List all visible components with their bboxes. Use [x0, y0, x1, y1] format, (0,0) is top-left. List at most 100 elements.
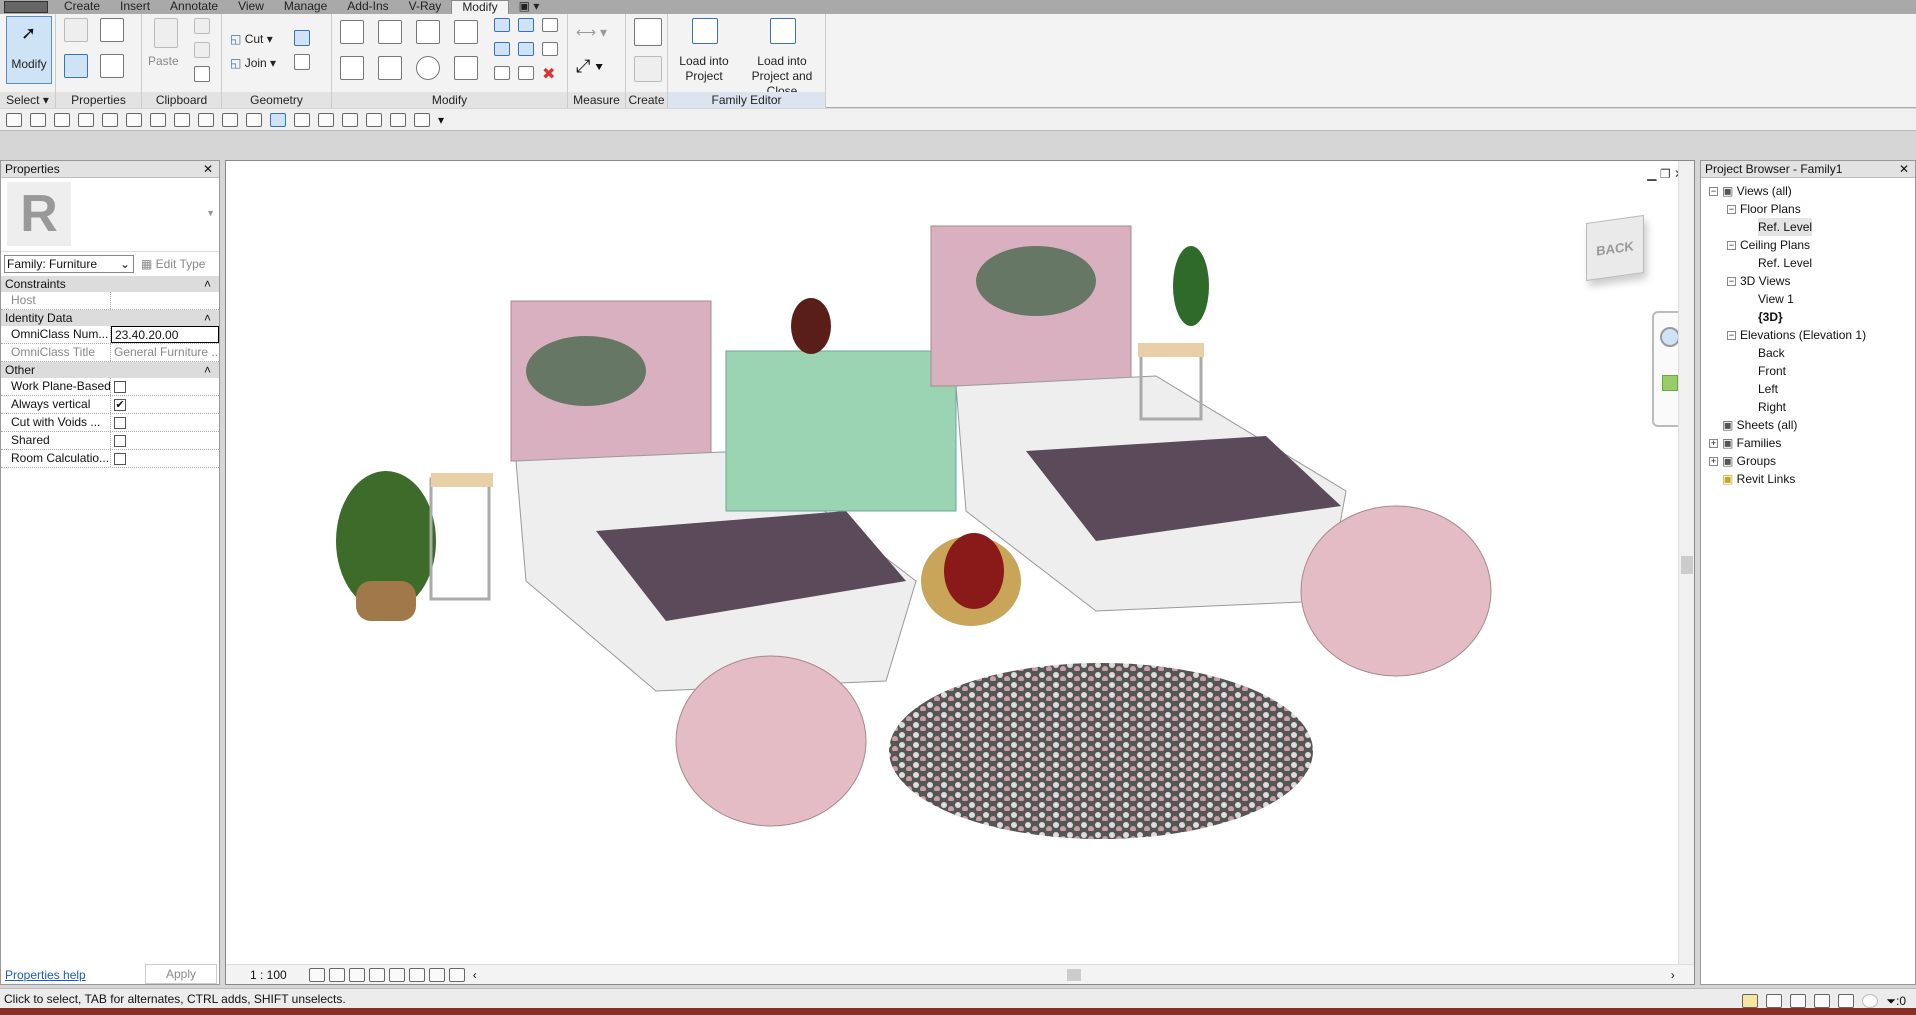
scroll-right-icon[interactable]: ›: [1671, 968, 1675, 982]
split-element-icon[interactable]: [494, 18, 510, 32]
array-icon[interactable]: [494, 42, 510, 56]
wall-joins-icon[interactable]: [294, 30, 310, 46]
type-dropdown-icon[interactable]: ▼: [206, 208, 215, 218]
browser-item[interactable]: Left: [1758, 380, 1778, 398]
browser-item[interactable]: + ▣ Groups: [1709, 452, 1776, 470]
collapse-arrow-icon[interactable]: ‹: [473, 968, 477, 982]
property-checkbox[interactable]: [114, 435, 126, 447]
select-underlay-icon[interactable]: [1766, 994, 1783, 1008]
collapse-icon[interactable]: ˄: [204, 362, 211, 378]
vertical-scrollbar[interactable]: [1678, 161, 1694, 966]
expand-icon[interactable]: +: [1709, 439, 1718, 449]
section-other[interactable]: Other ˄: [1, 362, 219, 378]
select-by-face-icon[interactable]: [1814, 994, 1831, 1008]
browser-item[interactable]: Front: [1758, 362, 1786, 380]
browser-item[interactable]: View 1: [1758, 290, 1794, 308]
shadows-icon[interactable]: [368, 967, 385, 982]
section-icon[interactable]: [246, 112, 262, 127]
join-button[interactable]: ◱ Join ▾: [230, 56, 276, 71]
collapse-icon[interactable]: −: [1727, 331, 1736, 341]
split-face-icon[interactable]: [294, 54, 310, 70]
tab-add-ins[interactable]: Add-Ins: [337, 0, 398, 14]
browser-item[interactable]: −3D Views: [1727, 272, 1790, 290]
section-constraints[interactable]: Constraints ˄: [1, 276, 219, 292]
family-types-icon[interactable]: [64, 18, 88, 42]
copy-icon[interactable]: [194, 42, 210, 58]
pin-icon[interactable]: [542, 42, 558, 56]
tab-annotate[interactable]: Annotate: [160, 0, 228, 14]
select-pinned-icon[interactable]: [1790, 994, 1807, 1008]
visual-style-icon[interactable]: [328, 967, 345, 982]
contextual-tab-dropdown[interactable]: ▣ ▾: [509, 0, 550, 14]
horizontal-scrollbar-thumb[interactable]: [1066, 968, 1081, 981]
rotate-icon[interactable]: [416, 56, 440, 80]
undo-icon[interactable]: [78, 112, 94, 127]
create-group-icon[interactable]: [634, 18, 662, 46]
load-into-project-and-close-button[interactable]: Load into Project and Close: [738, 16, 826, 98]
type-properties-icon[interactable]: [100, 54, 124, 78]
mirror-draw-axis-icon[interactable]: [454, 20, 478, 44]
collapse-icon[interactable]: −: [1709, 187, 1718, 197]
material-icon[interactable]: [366, 112, 382, 127]
family-category-icon[interactable]: [100, 18, 124, 42]
browser-item[interactable]: − ▣ Views (all): [1709, 182, 1792, 200]
background-process-icon[interactable]: [1862, 994, 1879, 1008]
drag-on-selection-icon[interactable]: [1838, 994, 1855, 1008]
collapse-icon[interactable]: −: [1727, 277, 1736, 287]
tab-v-ray[interactable]: V-Ray: [399, 0, 452, 14]
tab-insert[interactable]: Insert: [110, 0, 160, 14]
browser-item[interactable]: Right: [1758, 398, 1786, 416]
save-icon[interactable]: [30, 112, 46, 127]
property-checkbox[interactable]: ✔: [114, 399, 126, 411]
load-into-project-button[interactable]: Load into Project: [672, 16, 736, 86]
collapse-icon[interactable]: ˄: [204, 310, 211, 326]
section-identity-data[interactable]: Identity Data ˄: [1, 310, 219, 326]
edit-type-button[interactable]: ▦ Edit Type: [141, 257, 205, 271]
crop-view-icon[interactable]: [428, 967, 445, 982]
switch-windows-icon[interactable]: [318, 112, 334, 127]
browser-item[interactable]: {3D}: [1758, 308, 1783, 326]
browser-item[interactable]: Ref. Level: [1758, 254, 1812, 272]
browser-item[interactable]: − Elevations (Elevation 1): [1727, 326, 1866, 344]
render-icon[interactable]: [342, 112, 358, 127]
tab-create[interactable]: Create: [54, 0, 110, 14]
select-dropdown[interactable]: Select ▾: [0, 92, 55, 108]
collapse-icon[interactable]: ˄: [204, 276, 211, 292]
3d-viewport[interactable]: ▁ ❐ ✕ BACK 1 : 100 ‹ ›: [225, 160, 1695, 985]
view-scale[interactable]: 1 : 100: [250, 968, 287, 982]
split-gap-icon[interactable]: [518, 18, 534, 32]
dimension-icon[interactable]: [150, 112, 166, 127]
apply-button[interactable]: Apply: [145, 964, 217, 984]
browser-item[interactable]: Back: [1758, 344, 1785, 362]
collapse-icon[interactable]: −: [1727, 241, 1736, 251]
paste-icon[interactable]: [154, 18, 178, 48]
property-checkbox[interactable]: [114, 453, 126, 465]
scale-icon[interactable]: [518, 42, 534, 56]
lock-view-icon[interactable]: [388, 967, 405, 982]
move-icon[interactable]: [340, 56, 364, 80]
cut-button[interactable]: ◱ Cut ▾: [230, 32, 273, 47]
aligned-dimension-icon[interactable]: ⤢ ▾: [576, 56, 603, 77]
trim-extend-icon[interactable]: [454, 56, 478, 80]
create-similar-icon[interactable]: [634, 56, 662, 82]
scrollbar-thumb[interactable]: [1681, 556, 1693, 574]
browser-item[interactable]: − Floor Plans: [1727, 200, 1801, 218]
browser-item[interactable]: + ▣ Families: [1709, 434, 1781, 452]
thin-lines-icon[interactable]: [270, 112, 286, 127]
detail-level-icon[interactable]: [308, 967, 325, 982]
cut-clipboard-icon[interactable]: [194, 18, 210, 34]
browser-item[interactable]: − Ceiling Plans: [1727, 236, 1810, 254]
browser-item[interactable]: ▣ Sheets (all): [1722, 416, 1797, 434]
modify-button[interactable]: ➚ Modify: [6, 16, 52, 84]
sun-path-icon[interactable]: [348, 967, 365, 982]
measure-distance-icon[interactable]: ⟷ ▾: [576, 24, 607, 41]
copy-element-icon[interactable]: [378, 56, 402, 80]
property-checkbox[interactable]: [114, 381, 126, 393]
expand-icon[interactable]: +: [1709, 457, 1718, 467]
text-icon[interactable]: [198, 112, 214, 127]
3d-view-icon[interactable]: [222, 112, 238, 127]
reveal-hidden-icon[interactable]: [448, 967, 465, 982]
tab-view[interactable]: View: [228, 0, 274, 14]
properties-help-link[interactable]: Properties help: [5, 968, 86, 982]
delete-icon[interactable]: ✖: [542, 64, 555, 84]
